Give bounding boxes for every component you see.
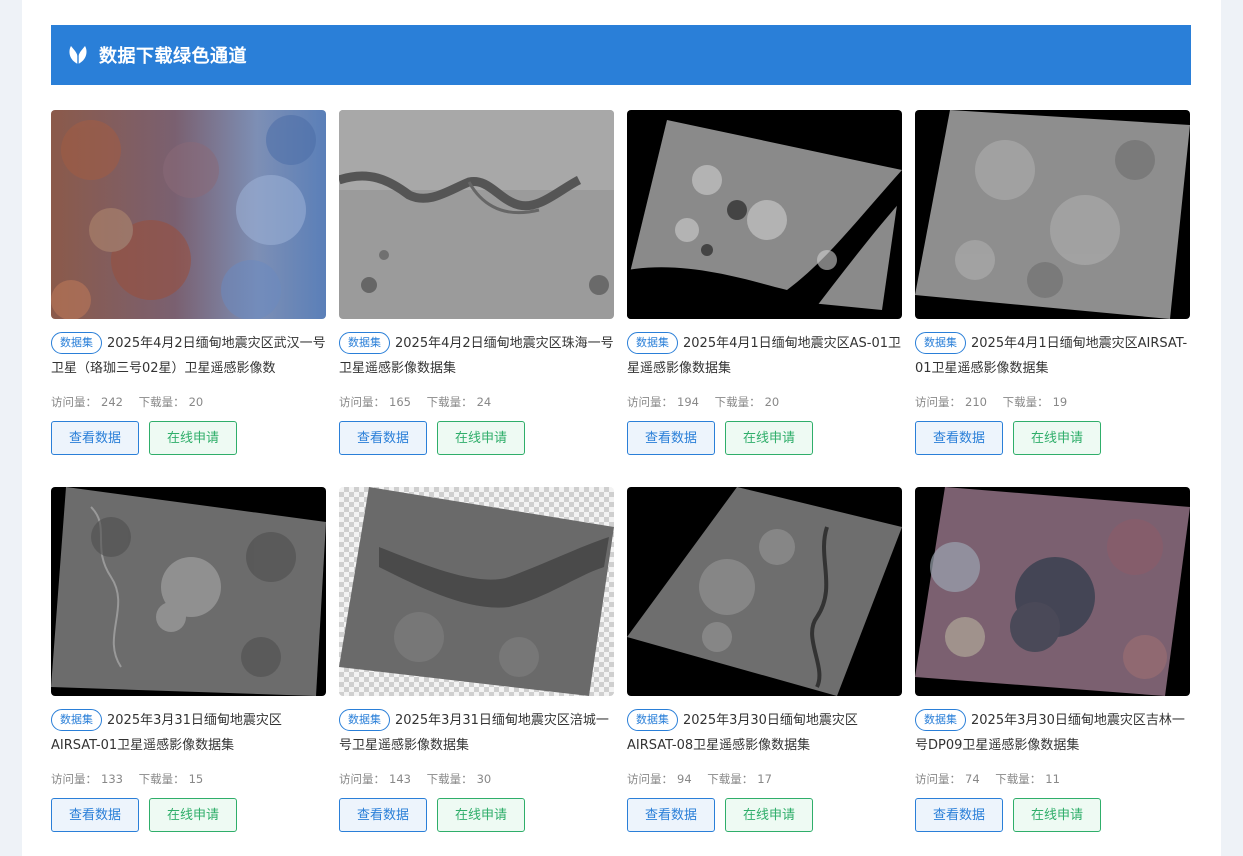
online-apply-button[interactable]: 在线申请 (149, 798, 237, 832)
dataset-tag: 数据集 (915, 709, 966, 731)
dataset-card: 数据集 2025年4月2日缅甸地震灾区武汉一号卫星（珞珈三号02星）卫星遥感影像数… (51, 110, 326, 457)
page-container: 数据下载绿色通道 数据集 2025年4月2日缅甸地震灾区武汉一号卫星（珞珈三号0… (22, 0, 1221, 856)
dataset-stats: 访问量： 210 下载量： 19 (915, 394, 1071, 410)
visits-label: 访问量： (51, 395, 97, 409)
view-data-button[interactable]: 查看数据 (51, 798, 139, 832)
downloads-label: 下载量： (714, 395, 761, 409)
dataset-stats: 访问量： 143 下载量： 30 (339, 771, 495, 787)
dataset-card: 数据集 2025年3月31日缅甸地震灾区涪城一号卫星遥感影像数据集 访问量： 143… (339, 487, 614, 834)
dataset-stats: 访问量： 242 下载量： 20 (51, 394, 207, 410)
online-apply-button[interactable]: 在线申请 (149, 421, 237, 455)
view-data-button[interactable]: 查看数据 (627, 421, 715, 455)
online-apply-button[interactable]: 在线申请 (1013, 421, 1101, 455)
downloads-count: 20 (188, 395, 204, 409)
dataset-card: 数据集 2025年3月30日缅甸地震灾区AIRSAT-08卫星遥感影像数据集 访问… (627, 487, 902, 834)
downloads-count: 15 (188, 772, 204, 786)
dataset-thumbnail[interactable] (915, 487, 1190, 696)
visits-count: 165 (389, 395, 411, 409)
dataset-stats: 访问量： 194 下载量： 20 (627, 394, 783, 410)
view-data-button[interactable]: 查看数据 (627, 798, 715, 832)
downloads-label: 下载量： (138, 772, 185, 786)
dataset-title[interactable]: 数据集 2025年4月1日缅甸地震灾区AIRSAT-01卫星遥感影像数据集 (915, 331, 1190, 381)
dataset-card: 数据集 2025年3月31日缅甸地震灾区AIRSAT-01卫星遥感影像数据集 访问… (51, 487, 326, 834)
dataset-thumbnail[interactable] (51, 487, 326, 696)
dataset-title[interactable]: 数据集 2025年3月30日缅甸地震灾区AIRSAT-08卫星遥感影像数据集 (627, 708, 902, 758)
visits-count: 210 (965, 395, 987, 409)
dataset-thumbnail[interactable] (627, 487, 902, 696)
online-apply-button[interactable]: 在线申请 (725, 798, 813, 832)
downloads-count: 19 (1052, 395, 1068, 409)
downloads-count: 11 (1045, 772, 1060, 786)
downloads-count: 20 (764, 395, 780, 409)
downloads-label: 下载量： (138, 395, 185, 409)
leaf-icon (65, 42, 91, 68)
dataset-title[interactable]: 数据集 2025年3月31日缅甸地震灾区AIRSAT-01卫星遥感影像数据集 (51, 708, 326, 758)
visits-label: 访问量： (915, 772, 961, 786)
dataset-tag: 数据集 (51, 332, 102, 354)
online-apply-button[interactable]: 在线申请 (437, 798, 525, 832)
dataset-card: 数据集 2025年4月1日缅甸地震灾区AS-01卫星遥感影像数据集 访问量： 194… (627, 110, 902, 457)
dataset-thumbnail[interactable] (627, 110, 902, 319)
downloads-label: 下载量： (426, 772, 473, 786)
section-banner: 数据下载绿色通道 (51, 25, 1191, 85)
visits-count: 94 (677, 772, 692, 786)
dataset-title[interactable]: 数据集 2025年4月1日缅甸地震灾区AS-01卫星遥感影像数据集 (627, 331, 902, 381)
section-title: 数据下载绿色通道 (99, 46, 247, 67)
visits-count: 194 (677, 395, 699, 409)
dataset-thumbnail[interactable] (51, 110, 326, 319)
downloads-label: 下载量： (995, 772, 1042, 786)
dataset-tag: 数据集 (627, 332, 678, 354)
visits-label: 访问量： (339, 395, 385, 409)
downloads-count: 30 (476, 772, 492, 786)
visits-count: 143 (389, 772, 411, 786)
dataset-thumbnail[interactable] (339, 487, 614, 696)
online-apply-button[interactable]: 在线申请 (725, 421, 813, 455)
dataset-stats: 访问量： 165 下载量： 24 (339, 394, 495, 410)
dataset-thumbnail[interactable] (915, 110, 1190, 319)
view-data-button[interactable]: 查看数据 (339, 421, 427, 455)
visits-label: 访问量： (627, 395, 673, 409)
view-data-button[interactable]: 查看数据 (339, 798, 427, 832)
view-data-button[interactable]: 查看数据 (915, 421, 1003, 455)
visits-count: 74 (965, 772, 980, 786)
dataset-card: 数据集 2025年4月1日缅甸地震灾区AIRSAT-01卫星遥感影像数据集 访问量… (915, 110, 1190, 457)
visits-label: 访问量： (339, 772, 385, 786)
dataset-title[interactable]: 数据集 2025年3月31日缅甸地震灾区涪城一号卫星遥感影像数据集 (339, 708, 614, 758)
dataset-tag: 数据集 (915, 332, 966, 354)
visits-count: 242 (101, 395, 123, 409)
visits-label: 访问量： (915, 395, 961, 409)
dataset-tag: 数据集 (627, 709, 678, 731)
dataset-card: 数据集 2025年4月2日缅甸地震灾区珠海一号卫星遥感影像数据集 访问量： 165 … (339, 110, 614, 457)
dataset-stats: 访问量： 94 下载量： 17 (627, 771, 776, 787)
visits-label: 访问量： (51, 772, 97, 786)
downloads-label: 下载量： (1002, 395, 1049, 409)
dataset-tag: 数据集 (339, 332, 390, 354)
dataset-title[interactable]: 数据集 2025年4月2日缅甸地震灾区武汉一号卫星（珞珈三号02星）卫星遥感影像数 (51, 331, 326, 381)
online-apply-button[interactable]: 在线申请 (1013, 798, 1101, 832)
visits-count: 133 (101, 772, 123, 786)
dataset-tag: 数据集 (339, 709, 390, 731)
downloads-label: 下载量： (707, 772, 754, 786)
downloads-label: 下载量： (426, 395, 473, 409)
visits-label: 访问量： (627, 772, 673, 786)
dataset-title[interactable]: 数据集 2025年4月2日缅甸地震灾区珠海一号卫星遥感影像数据集 (339, 331, 614, 381)
online-apply-button[interactable]: 在线申请 (437, 421, 525, 455)
dataset-tag: 数据集 (51, 709, 102, 731)
downloads-count: 17 (757, 772, 772, 786)
view-data-button[interactable]: 查看数据 (51, 421, 139, 455)
view-data-button[interactable]: 查看数据 (915, 798, 1003, 832)
dataset-title[interactable]: 数据集 2025年3月30日缅甸地震灾区吉林一号DP09卫星遥感影像数据集 (915, 708, 1190, 758)
downloads-count: 24 (476, 395, 492, 409)
dataset-stats: 访问量： 74 下载量： 11 (915, 771, 1064, 787)
dataset-thumbnail[interactable] (339, 110, 614, 319)
dataset-stats: 访问量： 133 下载量： 15 (51, 771, 207, 787)
dataset-card: 数据集 2025年3月30日缅甸地震灾区吉林一号DP09卫星遥感影像数据集 访问量… (915, 487, 1190, 834)
